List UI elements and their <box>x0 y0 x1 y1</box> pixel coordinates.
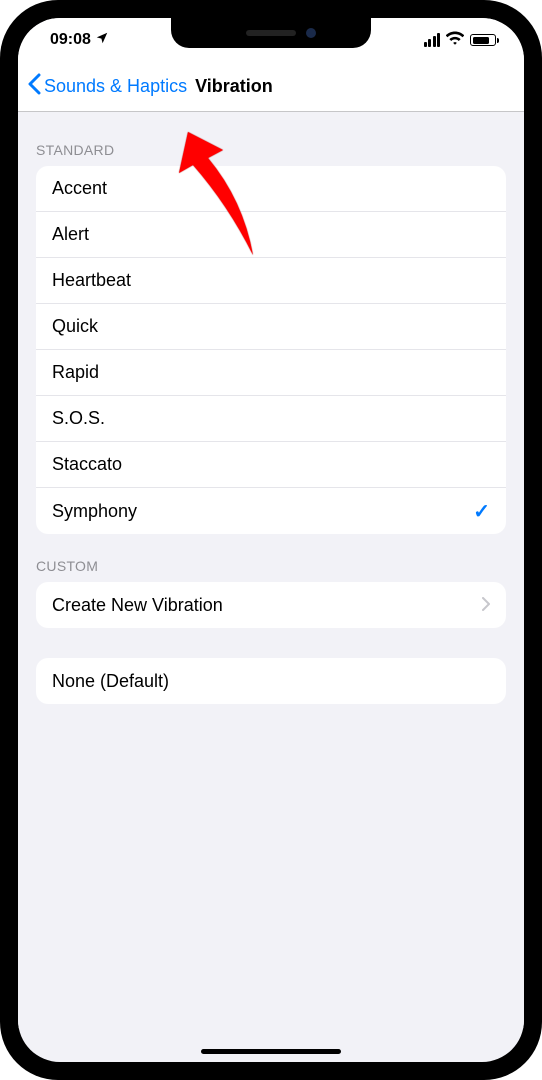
vibration-label: Symphony <box>52 501 137 522</box>
home-indicator[interactable] <box>201 1049 341 1054</box>
status-time: 09:08 <box>50 31 91 49</box>
vibration-label: Quick <box>52 316 98 337</box>
chevron-right-icon <box>482 595 490 616</box>
page-title: Vibration <box>195 76 273 97</box>
none-group: None (Default) <box>36 658 506 704</box>
vibration-row-quick[interactable]: Quick <box>36 304 506 350</box>
section-header-standard: STANDARD <box>18 112 524 166</box>
custom-vibrations-group: Create New Vibration <box>36 582 506 628</box>
back-button[interactable]: Sounds & Haptics <box>28 73 187 100</box>
vibration-label: S.O.S. <box>52 408 105 429</box>
phone-notch <box>171 18 371 48</box>
vibration-row-none[interactable]: None (Default) <box>36 658 506 704</box>
content-scroll[interactable]: STANDARD Accent Alert Heartbeat Quick Ra… <box>18 112 524 1028</box>
navigation-bar: Sounds & Haptics Vibration <box>18 62 524 112</box>
vibration-label: Alert <box>52 224 89 245</box>
standard-vibrations-group: Accent Alert Heartbeat Quick Rapid S.O.S… <box>36 166 506 534</box>
vibration-row-sos[interactable]: S.O.S. <box>36 396 506 442</box>
vibration-label: Staccato <box>52 454 122 475</box>
battery-icon <box>470 34 496 46</box>
vibration-label: Heartbeat <box>52 270 131 291</box>
create-new-vibration-row[interactable]: Create New Vibration <box>36 582 506 628</box>
vibration-label: Accent <box>52 178 107 199</box>
vibration-row-alert[interactable]: Alert <box>36 212 506 258</box>
back-label: Sounds & Haptics <box>44 76 187 97</box>
vibration-row-accent[interactable]: Accent <box>36 166 506 212</box>
create-new-label: Create New Vibration <box>52 595 223 616</box>
vibration-row-staccato[interactable]: Staccato <box>36 442 506 488</box>
front-camera <box>306 28 316 38</box>
vibration-label: Rapid <box>52 362 99 383</box>
cellular-signal-icon <box>424 33 441 47</box>
chevron-left-icon <box>28 73 41 100</box>
location-arrow-icon <box>95 31 109 50</box>
wifi-icon <box>446 31 464 50</box>
vibration-label: None (Default) <box>52 671 169 692</box>
checkmark-icon: ✓ <box>473 499 490 524</box>
vibration-row-rapid[interactable]: Rapid <box>36 350 506 396</box>
speaker-grille <box>246 30 296 36</box>
vibration-row-symphony[interactable]: Symphony ✓ <box>36 488 506 534</box>
section-header-custom: CUSTOM <box>18 534 524 582</box>
vibration-row-heartbeat[interactable]: Heartbeat <box>36 258 506 304</box>
